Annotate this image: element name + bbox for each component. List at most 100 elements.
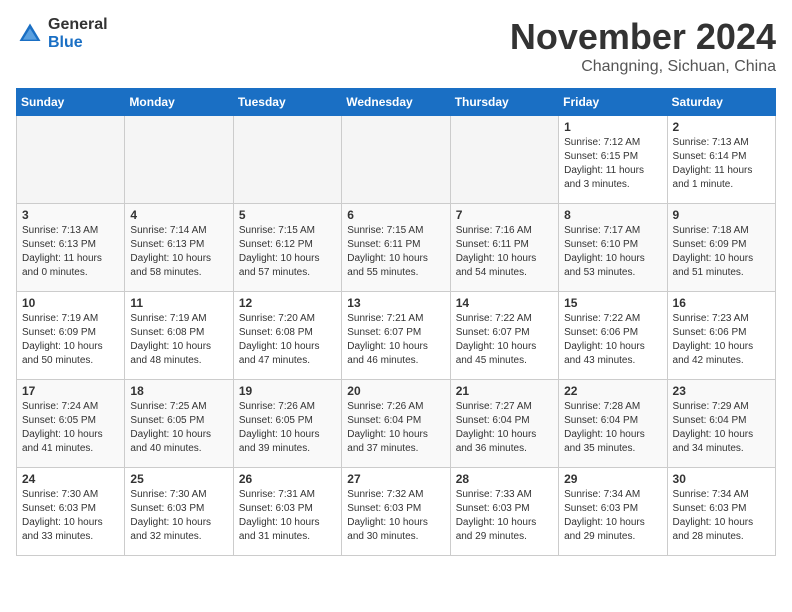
day-info: Sunrise: 7:27 AM Sunset: 6:04 PM Dayligh… [456,400,553,456]
day-info: Sunrise: 7:23 AM Sunset: 6:06 PM Dayligh… [673,312,770,368]
day-cell [342,116,450,204]
title-block: November 2024 Changning, Sichuan, China [510,16,776,76]
day-info: Sunrise: 7:15 AM Sunset: 6:12 PM Dayligh… [239,224,336,280]
week-row-4: 17Sunrise: 7:24 AM Sunset: 6:05 PM Dayli… [17,380,776,468]
week-row-5: 24Sunrise: 7:30 AM Sunset: 6:03 PM Dayli… [17,468,776,556]
day-cell: 13Sunrise: 7:21 AM Sunset: 6:07 PM Dayli… [342,292,450,380]
day-info: Sunrise: 7:15 AM Sunset: 6:11 PM Dayligh… [347,224,444,280]
weekday-header-friday: Friday [559,89,667,116]
day-info: Sunrise: 7:13 AM Sunset: 6:14 PM Dayligh… [673,136,770,192]
day-cell: 15 Sunrise: 7:22 AM Sunset: 6:06 PM Dayli… [559,292,667,380]
day-cell: 29Sunrise: 7:34 AM Sunset: 6:03 PM Dayli… [559,468,667,556]
logo-text-general: General [48,16,108,34]
day-cell: 14 Sunrise: 7:22 AM Sunset: 6:07 PM Dayli… [450,292,558,380]
day-number: 23 [673,384,770,398]
day-info: Sunrise: 7:12 AM Sunset: 6:15 PM Dayligh… [564,136,661,192]
day-info: Sunrise: 7:25 AM Sunset: 6:05 PM Dayligh… [130,400,227,456]
day-info: Sunrise: 7:29 AM Sunset: 6:04 PM Dayligh… [673,400,770,456]
weekday-header-thursday: Thursday [450,89,558,116]
day-cell: 23 Sunrise: 7:29 AM Sunset: 6:04 PM Dayli… [667,380,775,468]
day-number: 15 [564,296,661,310]
day-number: 9 [673,208,770,222]
weekday-header-row: SundayMondayTuesdayWednesdayThursdayFrid… [17,89,776,116]
weekday-header-sunday: Sunday [17,89,125,116]
day-cell: 9 Sunrise: 7:18 AM Sunset: 6:09 PM Daylig… [667,204,775,292]
day-cell: 24Sunrise: 7:30 AM Sunset: 6:03 PM Dayli… [17,468,125,556]
day-cell: 6 Sunrise: 7:15 AM Sunset: 6:11 PM Daylig… [342,204,450,292]
day-cell: 8 Sunrise: 7:17 AM Sunset: 6:10 PM Daylig… [559,204,667,292]
day-cell: 27 Sunrise: 7:32 AM Sunset: 6:03 PM Dayli… [342,468,450,556]
day-number: 27 [347,472,444,486]
day-cell: 30 Sunrise: 7:34 AM Sunset: 6:03 PM Dayli… [667,468,775,556]
day-cell: 4Sunrise: 7:14 AM Sunset: 6:13 PM Daylig… [125,204,233,292]
day-cell: 17Sunrise: 7:24 AM Sunset: 6:05 PM Dayli… [17,380,125,468]
day-cell: 16 Sunrise: 7:23 AM Sunset: 6:06 PM Dayli… [667,292,775,380]
day-number: 8 [564,208,661,222]
day-info: Sunrise: 7:34 AM Sunset: 6:03 PM Dayligh… [564,488,661,544]
day-cell: 22Sunrise: 7:28 AM Sunset: 6:04 PM Dayli… [559,380,667,468]
day-cell: 11Sunrise: 7:19 AM Sunset: 6:08 PM Dayli… [125,292,233,380]
day-info: Sunrise: 7:18 AM Sunset: 6:09 PM Dayligh… [673,224,770,280]
day-number: 10 [22,296,119,310]
day-info: Sunrise: 7:22 AM Sunset: 6:06 PM Dayligh… [564,312,661,368]
day-cell: 12 Sunrise: 7:20 AM Sunset: 6:08 PM Dayli… [233,292,341,380]
day-number: 14 [456,296,553,310]
day-info: Sunrise: 7:13 AM Sunset: 6:13 PM Dayligh… [22,224,119,280]
day-info: Sunrise: 7:30 AM Sunset: 6:03 PM Dayligh… [130,488,227,544]
day-info: Sunrise: 7:28 AM Sunset: 6:04 PM Dayligh… [564,400,661,456]
page-header: General Blue November 2024 Changning, Si… [16,16,776,76]
location: Changning, Sichuan, China [510,58,776,76]
day-cell: 7 Sunrise: 7:16 AM Sunset: 6:11 PM Daylig… [450,204,558,292]
day-number: 4 [130,208,227,222]
day-number: 28 [456,472,553,486]
day-number: 11 [130,296,227,310]
day-cell: 1 Sunrise: 7:12 AM Sunset: 6:15 PM Daylig… [559,116,667,204]
day-cell: 19Sunrise: 7:26 AM Sunset: 6:05 PM Dayli… [233,380,341,468]
day-cell: 10 Sunrise: 7:19 AM Sunset: 6:09 PM Dayli… [17,292,125,380]
day-cell [450,116,558,204]
day-info: Sunrise: 7:32 AM Sunset: 6:03 PM Dayligh… [347,488,444,544]
calendar-table: SundayMondayTuesdayWednesdayThursdayFrid… [16,88,776,556]
day-info: Sunrise: 7:31 AM Sunset: 6:03 PM Dayligh… [239,488,336,544]
day-cell [125,116,233,204]
day-cell: 28 Sunrise: 7:33 AM Sunset: 6:03 PM Dayli… [450,468,558,556]
day-number: 26 [239,472,336,486]
day-number: 12 [239,296,336,310]
logo-text-blue: Blue [48,34,108,52]
day-number: 25 [130,472,227,486]
day-number: 30 [673,472,770,486]
day-cell: 5 Sunrise: 7:15 AM Sunset: 6:12 PM Daylig… [233,204,341,292]
day-info: Sunrise: 7:22 AM Sunset: 6:07 PM Dayligh… [456,312,553,368]
day-number: 1 [564,120,661,134]
day-cell: 25 Sunrise: 7:30 AM Sunset: 6:03 PM Dayli… [125,468,233,556]
month-title: November 2024 [510,16,776,58]
weekday-header-monday: Monday [125,89,233,116]
day-cell: 21 Sunrise: 7:27 AM Sunset: 6:04 PM Dayli… [450,380,558,468]
day-number: 6 [347,208,444,222]
weekday-header-tuesday: Tuesday [233,89,341,116]
day-number: 17 [22,384,119,398]
day-number: 20 [347,384,444,398]
logo-icon [16,20,44,48]
day-number: 5 [239,208,336,222]
day-info: Sunrise: 7:26 AM Sunset: 6:04 PM Dayligh… [347,400,444,456]
day-info: Sunrise: 7:16 AM Sunset: 6:11 PM Dayligh… [456,224,553,280]
week-row-2: 3Sunrise: 7:13 AM Sunset: 6:13 PM Daylig… [17,204,776,292]
day-info: Sunrise: 7:34 AM Sunset: 6:03 PM Dayligh… [673,488,770,544]
day-number: 16 [673,296,770,310]
week-row-3: 10 Sunrise: 7:19 AM Sunset: 6:09 PM Dayli… [17,292,776,380]
day-info: Sunrise: 7:19 AM Sunset: 6:09 PM Dayligh… [22,312,119,368]
day-number: 7 [456,208,553,222]
day-cell: 3Sunrise: 7:13 AM Sunset: 6:13 PM Daylig… [17,204,125,292]
day-number: 19 [239,384,336,398]
day-cell: 2 Sunrise: 7:13 AM Sunset: 6:14 PM Daylig… [667,116,775,204]
day-cell [233,116,341,204]
day-cell [17,116,125,204]
day-info: Sunrise: 7:17 AM Sunset: 6:10 PM Dayligh… [564,224,661,280]
day-number: 13 [347,296,444,310]
day-number: 21 [456,384,553,398]
day-info: Sunrise: 7:33 AM Sunset: 6:03 PM Dayligh… [456,488,553,544]
day-cell: 18Sunrise: 7:25 AM Sunset: 6:05 PM Dayli… [125,380,233,468]
day-number: 2 [673,120,770,134]
day-info: Sunrise: 7:20 AM Sunset: 6:08 PM Dayligh… [239,312,336,368]
